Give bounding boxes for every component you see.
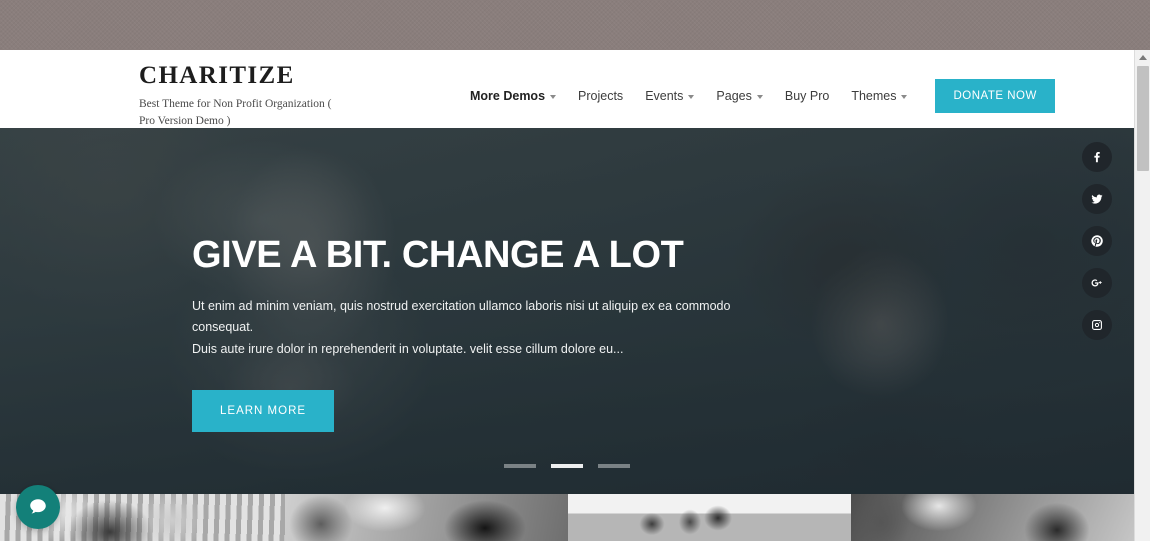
nav-item-pages[interactable]: Pages: [716, 89, 763, 103]
nav-label: Events: [645, 89, 684, 103]
slider-dot-2[interactable]: [551, 464, 583, 468]
brand-tagline: Best Theme for Non Profit Organization (…: [139, 97, 332, 128]
hero-subtitle-line-2: Duis aute irure dolor in reprehenderit i…: [192, 341, 624, 356]
scrollbar-thumb[interactable]: [1137, 66, 1149, 171]
slider-pagination: [504, 464, 630, 468]
desktop-top-bar: [0, 0, 1150, 50]
nav-label: Themes: [851, 89, 897, 103]
nav-label: More Demos: [470, 89, 546, 103]
gallery-tile-3[interactable]: [568, 494, 851, 541]
nav-label: Projects: [578, 89, 624, 103]
hero-subtitle-line-1: Ut enim ad minim veniam, quis nostrud ex…: [192, 298, 731, 335]
hero-content: GIVE A BIT. CHANGE A LOT Ut enim ad mini…: [192, 234, 912, 433]
chevron-down-icon: [688, 95, 695, 99]
chat-bubble-icon: [30, 499, 46, 514]
nav-label: Pages: [716, 89, 752, 103]
chevron-down-icon: [550, 95, 557, 99]
slider-dot-1[interactable]: [504, 464, 536, 468]
hero-subtitle: Ut enim ad minim veniam, quis nostrud ex…: [192, 296, 757, 361]
gallery-strip: [0, 494, 1134, 541]
site-header: CHARITIZE Best Theme for Non Profit Orga…: [0, 50, 1134, 128]
vertical-scrollbar[interactable]: [1134, 50, 1150, 541]
nav-item-projects[interactable]: Projects: [578, 89, 623, 103]
social-media-rail: [1082, 142, 1112, 340]
google-plus-icon[interactable]: [1082, 268, 1112, 298]
nav-item-themes[interactable]: Themes: [851, 89, 908, 103]
facebook-icon[interactable]: [1082, 142, 1112, 172]
brand[interactable]: CHARITIZE Best Theme for Non Profit Orga…: [139, 62, 469, 131]
brand-title: CHARITIZE: [139, 62, 295, 89]
nav-item-more-demos[interactable]: More Demos: [470, 89, 557, 103]
nav-item-events[interactable]: Events: [645, 89, 695, 103]
twitter-icon[interactable]: [1082, 184, 1112, 214]
gallery-tile-2[interactable]: [285, 494, 568, 541]
main-navigation: More Demos Projects Events Pages Buy Pro…: [470, 79, 1055, 113]
scroll-up-arrow-icon[interactable]: [1135, 50, 1150, 65]
hero-title: GIVE A BIT. CHANGE A LOT: [192, 234, 684, 276]
chat-widget-button[interactable]: [16, 485, 60, 529]
hero-slider: GIVE A BIT. CHANGE A LOT Ut enim ad mini…: [0, 128, 1134, 494]
donate-now-button[interactable]: DONATE NOW: [935, 79, 1055, 113]
gallery-tile-4[interactable]: [851, 494, 1134, 541]
page-viewport: CHARITIZE Best Theme for Non Profit Orga…: [0, 50, 1134, 541]
chevron-down-icon: [756, 95, 763, 99]
learn-more-button[interactable]: LEARN MORE: [192, 390, 335, 433]
nav-item-buy-pro[interactable]: Buy Pro: [785, 89, 829, 103]
chevron-down-icon: [901, 95, 908, 99]
nav-label: Buy Pro: [784, 89, 830, 103]
instagram-icon[interactable]: [1082, 310, 1112, 340]
pinterest-icon[interactable]: [1082, 226, 1112, 256]
slider-dot-3[interactable]: [598, 464, 630, 468]
